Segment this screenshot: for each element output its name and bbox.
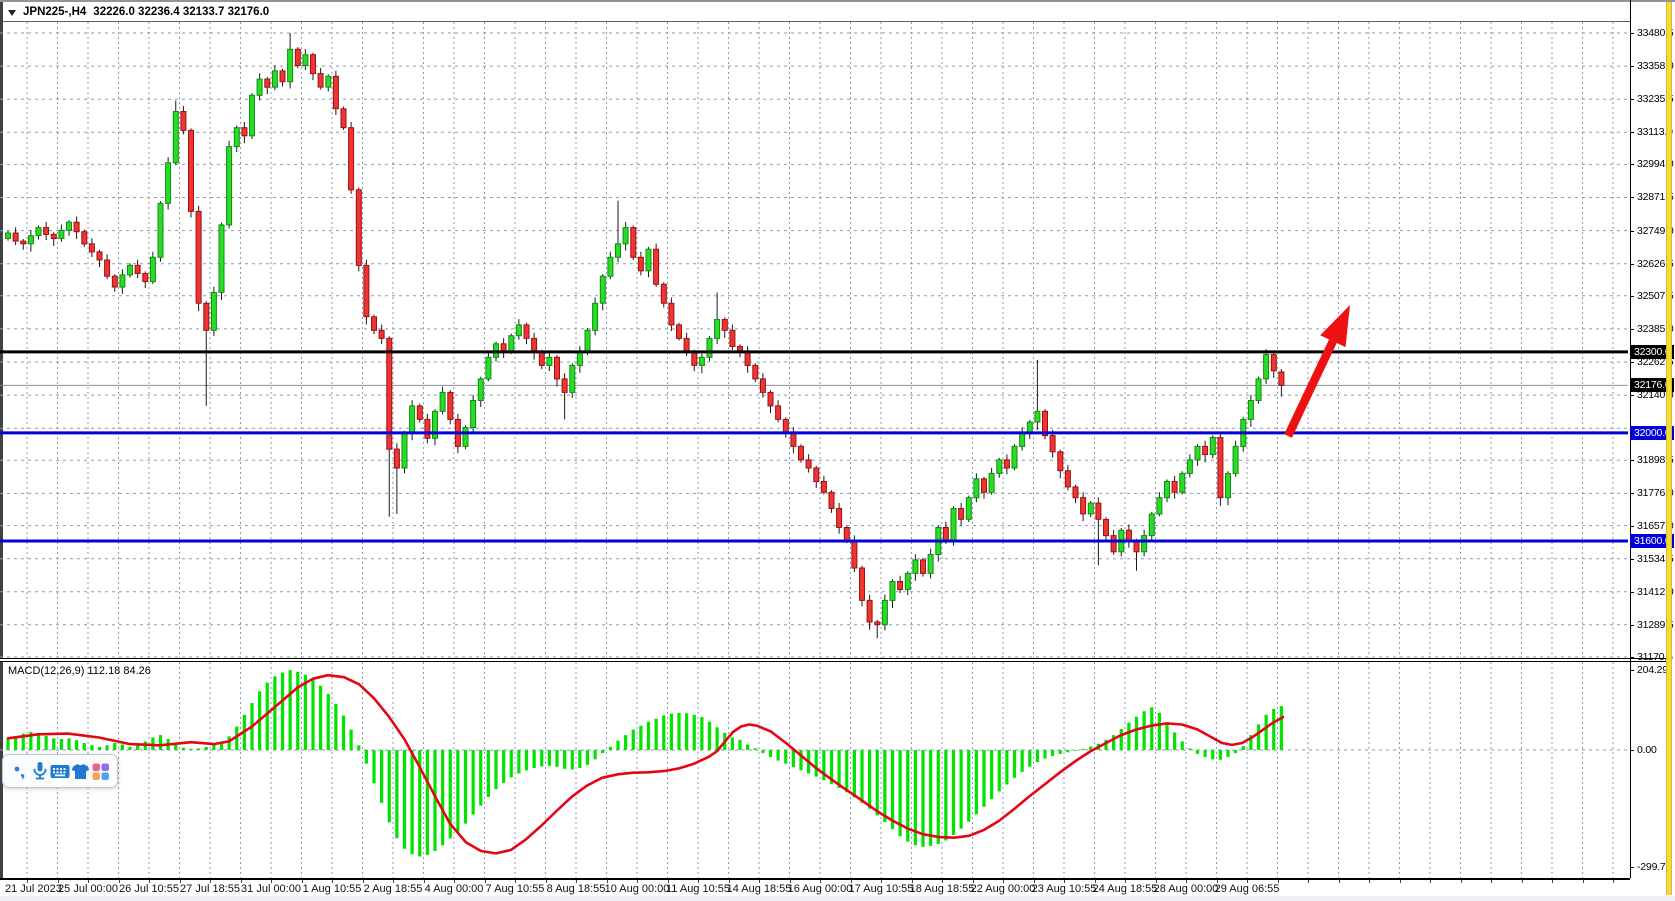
time-axis-tick: [1552, 880, 1553, 883]
chart-info-bar: JPN225-,H4 32226.0 32236.4 32133.7 32176…: [8, 5, 269, 19]
price-axis-tick: [1630, 592, 1634, 593]
time-axis-tick: [1308, 880, 1309, 883]
time-label: 16 Aug 00:00: [788, 883, 853, 895]
price-axis-tick: [1630, 625, 1634, 626]
yellow-edge-stripe: [1666, 2, 1672, 895]
time-label: 8 Aug 18:55: [547, 883, 606, 895]
time-label: 2 Aug 18:55: [364, 883, 423, 895]
price-axis-tick: [1630, 197, 1634, 198]
time-label: 26 Jul 10:55: [119, 883, 179, 895]
chart-top-border: [3, 21, 1630, 22]
price-axis-tick: [1630, 231, 1634, 232]
price-axis-tick: [1630, 559, 1634, 560]
macd-scale-label: 204.29: [1637, 664, 1668, 676]
clothing-icon[interactable]: [70, 761, 90, 781]
pen-icon[interactable]: [10, 761, 30, 781]
floating-input-toolbar[interactable]: [2, 754, 118, 788]
candlestick-series: [6, 33, 1284, 638]
price-axis-tick: [1630, 132, 1634, 133]
time-label: 23 Aug 10:55: [1032, 883, 1097, 895]
time-label: 29 Aug 06:55: [1215, 883, 1280, 895]
time-label: 11 Aug 10:55: [666, 883, 730, 895]
time-axis-tick: [1613, 880, 1614, 883]
time-axis[interactable]: 21 Jul 202325 Jul 00:0026 Jul 10:5527 Ju…: [0, 880, 1666, 896]
time-axis-tick: [1430, 880, 1431, 883]
main-price-chart[interactable]: [0, 0, 1630, 659]
macd-axis-tick: [1630, 750, 1634, 751]
price-axis-tick: [1630, 99, 1634, 100]
price-axis-tick: [1630, 296, 1634, 297]
symbol-period-label: JPN225-,H4: [23, 6, 86, 18]
price-axis-tick: [1630, 362, 1634, 363]
macd-axis-tick: [1630, 867, 1634, 868]
ohlc-values: 32226.0 32236.4 32133.7 32176.0: [93, 6, 269, 18]
trading-terminal-chart-window: { "info_bar": { "symbol_period": "JPN225…: [0, 0, 1675, 900]
price-axis-tick: [1630, 33, 1634, 34]
time-label: 4 Aug 00:00: [425, 883, 484, 895]
macd-indicator-label: MACD(12,26,9) 112.18 84.26: [8, 665, 151, 677]
time-axis-tick: [1491, 880, 1492, 883]
grid-icon[interactable]: [90, 761, 110, 781]
keyboard-icon[interactable]: [50, 761, 70, 781]
macd-axis-tick: [1630, 670, 1634, 671]
time-label: 18 Aug 18:55: [910, 883, 975, 895]
time-axis-tick: [1369, 880, 1370, 883]
time-axis-tick: [1400, 880, 1401, 883]
time-label: 17 Aug 10:55: [849, 883, 914, 895]
price-axis-tick: [1630, 164, 1634, 165]
price-axis-tick: [1630, 526, 1634, 527]
price-axis-tick: [1630, 329, 1634, 330]
price-axis-tick: [1630, 460, 1634, 461]
time-axis-tick: [1583, 880, 1584, 883]
price-axis[interactable]: 33480.533358.033235.533113.032994.032871…: [1630, 0, 1666, 878]
symbol-dropdown-icon[interactable]: [8, 10, 16, 16]
time-label: 1 Aug 10:55: [303, 883, 362, 895]
time-label: 7 Aug 10:55: [486, 883, 545, 895]
time-axis-tick: [1522, 880, 1523, 883]
time-label: 22 Aug 00:00: [971, 883, 1036, 895]
macd-scale-label: 0.00: [1637, 744, 1657, 756]
time-label: 21 Jul 2023: [5, 883, 62, 895]
price-axis-tick: [1630, 657, 1634, 658]
macd-signal-line: [8, 675, 1283, 853]
macd-histogram: [8, 670, 1281, 856]
time-label: 24 Aug 18:55: [1093, 883, 1158, 895]
time-label: 27 Jul 18:55: [180, 883, 240, 895]
time-axis-tick: [1339, 880, 1340, 883]
trend-arrow[interactable]: [1288, 305, 1350, 436]
price-axis-tick: [1630, 395, 1634, 396]
price-axis-tick: [1630, 493, 1634, 494]
time-label: 25 Jul 00:00: [58, 883, 118, 895]
macd-indicator-pane[interactable]: [0, 662, 1630, 878]
time-label: 14 Aug 18:55: [727, 883, 792, 895]
time-axis-tick: [1461, 880, 1462, 883]
price-axis-tick: [1630, 66, 1634, 67]
microphone-icon[interactable]: [30, 761, 50, 781]
time-label: 10 Aug 00:00: [605, 883, 670, 895]
time-label: 31 Jul 00:00: [241, 883, 301, 895]
time-label: 28 Aug 00:00: [1154, 883, 1219, 895]
price-axis-tick: [1630, 264, 1634, 265]
